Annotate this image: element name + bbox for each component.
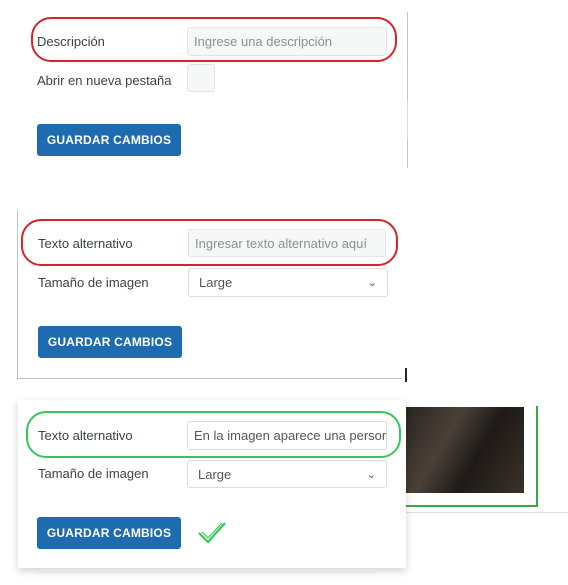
panel3-right-rule <box>405 512 568 513</box>
panel1-divider-segment <box>407 100 408 140</box>
chevron-down-icon: ⌄ <box>366 468 376 481</box>
new-tab-label: Abrir en nueva pestaña <box>37 73 172 88</box>
description-input[interactable]: Ingrese una descripción <box>187 27 387 56</box>
alt-text-input[interactable]: Ingresar texto alternativo aquí <box>188 229 386 257</box>
new-tab-checkbox[interactable] <box>187 64 215 92</box>
save-button[interactable]: GUARDAR CAMBIOS <box>37 517 181 549</box>
panel1-right-border <box>407 12 408 168</box>
panel2-left-border <box>17 210 18 380</box>
alt-text-label: Texto alternativo <box>38 428 133 443</box>
save-button[interactable]: GUARDAR CAMBIOS <box>38 326 182 358</box>
save-button[interactable]: GUARDAR CAMBIOS <box>37 124 181 156</box>
image-thumbnail-frame <box>536 406 538 506</box>
alt-text-input[interactable]: En la imagen aparece una persor <box>187 421 387 450</box>
image-size-value: Large <box>199 275 233 290</box>
panel2-bottom-border <box>17 378 402 379</box>
panel2-cursor-mark <box>405 368 407 382</box>
image-thumbnail <box>405 407 524 493</box>
image-thumbnail-frame-bottom <box>405 505 538 507</box>
image-size-select[interactable]: Large ⌄ <box>188 268 388 297</box>
alt-text-label: Texto alternativo <box>38 236 133 251</box>
chevron-down-icon: ⌄ <box>367 277 377 289</box>
description-label: Descripción <box>37 34 105 49</box>
image-size-value: Large <box>198 466 232 482</box>
panel3-bottom-edge <box>36 572 376 573</box>
image-size-select[interactable]: Large ⌄ <box>187 460 387 488</box>
image-size-label: Tamaño de imagen <box>38 275 149 290</box>
checkmark-icon <box>198 522 226 544</box>
image-size-label: Tamaño de imagen <box>38 466 149 481</box>
